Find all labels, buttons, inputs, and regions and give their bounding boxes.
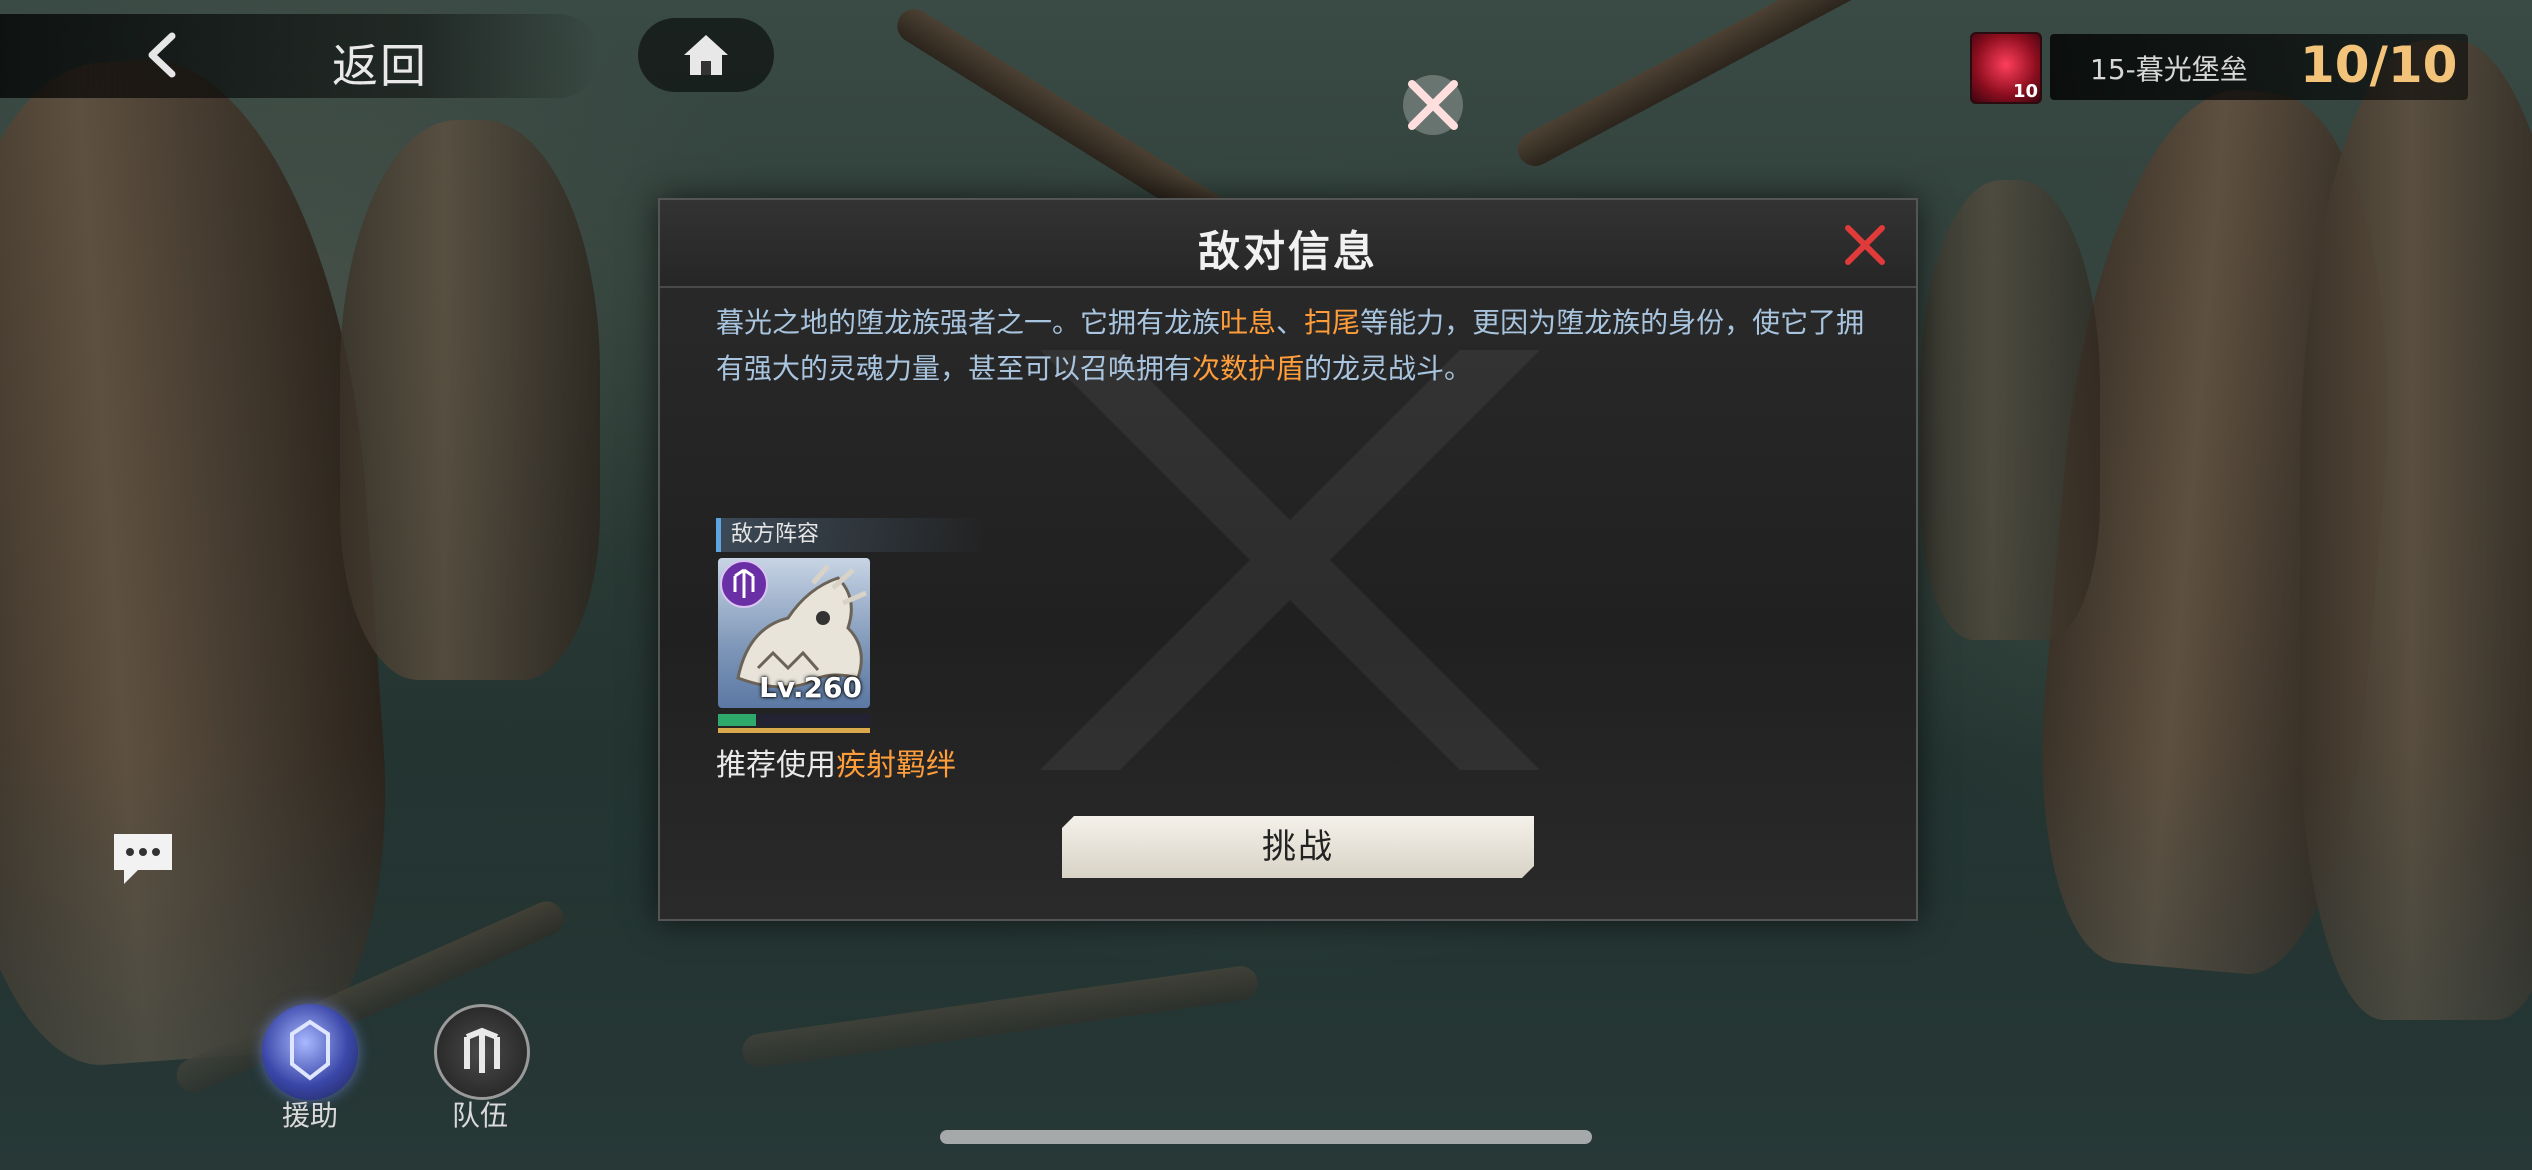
enemy-hp-bar [718, 714, 870, 726]
description-text: 的龙灵战斗。 [1304, 352, 1473, 385]
enemy-description: 暮光之地的堕龙族强者之一。它拥有龙族吐息、扫尾等能力，更因为堕龙族的身份，使它了… [716, 300, 1876, 392]
description-text: 、 [1276, 306, 1305, 339]
back-label[interactable]: 返回 [332, 30, 428, 96]
challenge-button[interactable]: 挑战 [1062, 816, 1534, 878]
recommend-bond: 疾射羁绊 [836, 748, 956, 783]
aid-label: 援助 [281, 1099, 338, 1132]
aid-icon [290, 1019, 330, 1081]
team-icon [464, 1027, 500, 1073]
stage-count: 10/10 [2300, 36, 2458, 94]
enemy-info-dialog: 敌对信息 暮光之地的堕龙族强者之一。它拥有龙族吐息、扫尾等能力，更因为堕龙族的身… [658, 198, 1918, 921]
chat-icon[interactable] [108, 830, 178, 890]
description-highlight: 次数护盾 [1192, 352, 1305, 385]
recommend-text: 推荐使用疾射羁绊 [716, 740, 956, 784]
team-label: 队伍 [451, 1099, 508, 1132]
dialog-title: 敌对信息 [1197, 227, 1378, 276]
recommend-prefix: 推荐使用 [716, 748, 836, 783]
stage-info: 10 15-暮光堡垒 10/10 [1970, 28, 2468, 106]
enemy-lineup-label: 敌方阵容 [716, 518, 986, 552]
team-button[interactable] [434, 1004, 530, 1100]
description-highlight: 扫尾 [1304, 306, 1361, 339]
home-button[interactable] [638, 18, 774, 92]
decorative-x-emblem [1040, 350, 1540, 770]
stage-badge-number: 10 [2012, 81, 2038, 102]
description-text: 暮光之地的堕龙族强者之一。它拥有龙族 [716, 306, 1221, 339]
description-highlight: 吐息 [1220, 306, 1277, 339]
home-indicator[interactable] [940, 1130, 1592, 1144]
enemy-level: Lv.260 [759, 671, 862, 704]
enemy-portrait-card[interactable]: Lv.260 [718, 558, 870, 708]
stage-badge-icon: 10 [1970, 32, 2042, 104]
back-bar[interactable]: 返回 [0, 14, 600, 98]
enemy-energy-bar [718, 728, 870, 733]
close-icon[interactable] [1842, 222, 1888, 268]
home-icon [684, 35, 728, 75]
cross-marker-icon [1403, 75, 1463, 135]
aid-button[interactable] [262, 1004, 358, 1100]
stage-name: 15-暮光堡垒 [2090, 53, 2248, 86]
back-chevron-icon[interactable] [140, 32, 186, 78]
dialog-header: 敌对信息 [660, 200, 1916, 288]
class-badge-icon [720, 560, 768, 608]
